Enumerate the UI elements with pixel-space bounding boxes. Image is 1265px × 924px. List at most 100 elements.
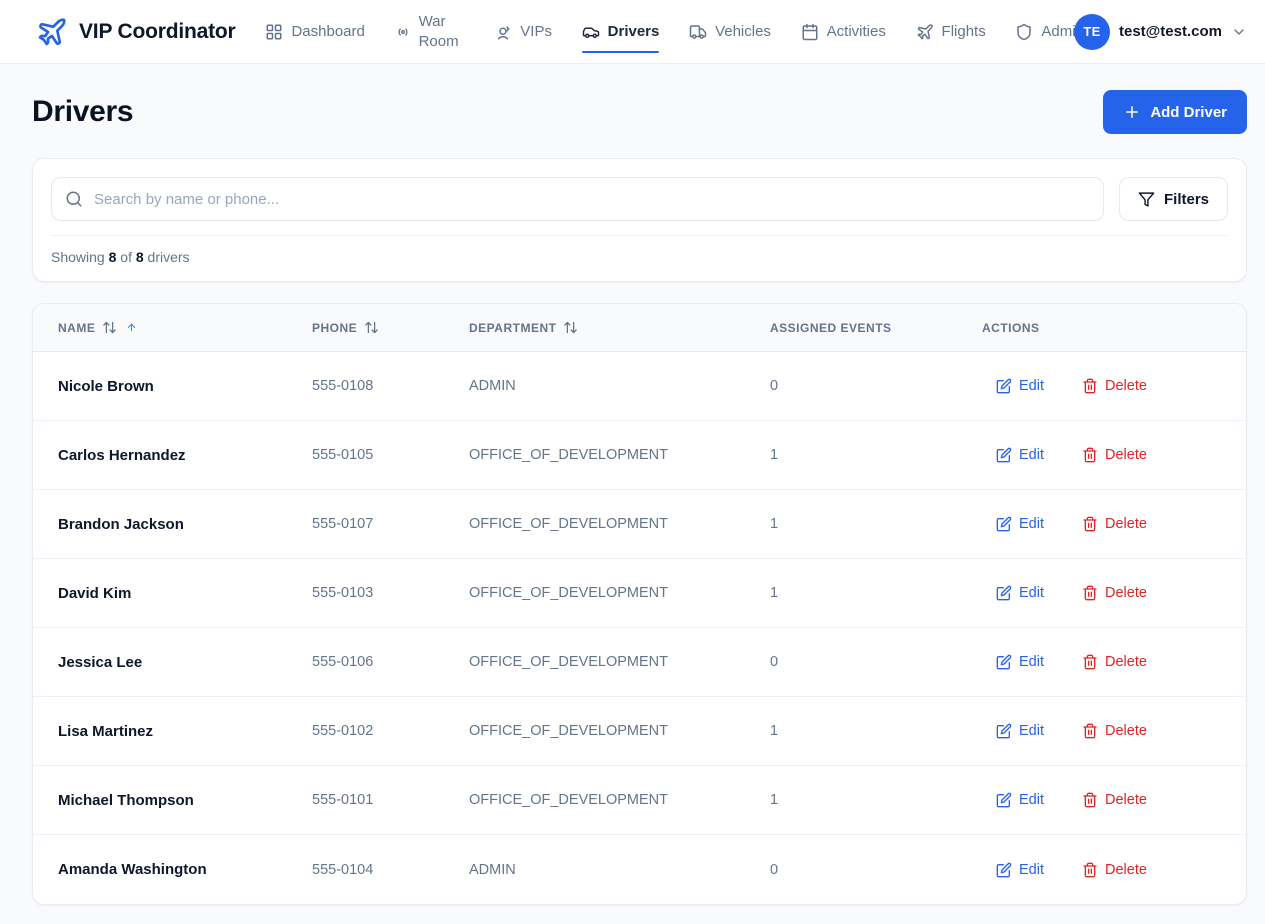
driver-phone: 555-0101 (312, 792, 469, 808)
main-nav: Dashboard War Room VIPs Drivers Vehicles… (265, 8, 1084, 55)
driver-phone: 555-0103 (312, 585, 469, 601)
delete-button[interactable]: Delete (1082, 792, 1147, 808)
table-row: Jessica Lee 555-0106 OFFICE_OF_DEVELOPME… (33, 628, 1246, 697)
chevron-down-icon[interactable] (1231, 24, 1247, 40)
sort-ascending-icon (126, 322, 137, 333)
nav-item-vips[interactable]: VIPs (494, 19, 552, 45)
table-row: Nicole Brown 555-0108 ADMIN 0 Edit Delet… (33, 352, 1246, 421)
column-header-department[interactable]: DEPARTMENT (469, 320, 770, 335)
shield-icon (1015, 23, 1033, 41)
delete-label: Delete (1105, 792, 1147, 808)
filters-button[interactable]: Filters (1119, 177, 1228, 221)
edit-label: Edit (1019, 585, 1044, 601)
trash-icon (1082, 792, 1098, 808)
plane-logo-icon (36, 16, 68, 48)
driver-assigned-events: 1 (770, 585, 982, 601)
driver-name: Michael Thompson (58, 792, 312, 809)
avatar[interactable]: TE (1074, 14, 1110, 50)
delete-button[interactable]: Delete (1082, 516, 1147, 532)
delete-button[interactable]: Delete (1082, 447, 1147, 463)
plus-icon (1123, 103, 1141, 121)
trash-icon (1082, 862, 1098, 878)
driver-name: Brandon Jackson (58, 516, 312, 533)
user-email: test@test.com (1119, 23, 1222, 40)
trash-icon (1082, 378, 1098, 394)
trash-icon (1082, 723, 1098, 739)
edit-icon (996, 723, 1012, 739)
driver-name: David Kim (58, 585, 312, 602)
edit-label: Edit (1019, 862, 1044, 878)
search-icon (65, 190, 83, 208)
trash-icon (1082, 516, 1098, 532)
trash-icon (1082, 447, 1098, 463)
driver-name: Nicole Brown (58, 378, 312, 395)
add-driver-button[interactable]: Add Driver (1103, 90, 1247, 134)
edit-button[interactable]: Edit (996, 792, 1044, 808)
driver-department: ADMIN (469, 378, 770, 394)
driver-assigned-events: 1 (770, 516, 982, 532)
edit-button[interactable]: Edit (996, 447, 1044, 463)
driver-name: Lisa Martinez (58, 723, 312, 740)
brand: VIP Coordinator (36, 16, 235, 48)
column-label: DEPARTMENT (469, 321, 556, 335)
driver-name: Amanda Washington (58, 861, 312, 878)
car-icon (582, 23, 600, 41)
shown-count: 8 (109, 249, 117, 265)
results-count: Showing 8 of 8 drivers (51, 236, 1228, 265)
delete-label: Delete (1105, 516, 1147, 532)
column-label: ACTIONS (982, 321, 1040, 335)
showing-suffix: drivers (148, 249, 190, 265)
column-label: NAME (58, 321, 95, 335)
table-header-row: NAME PHONE DEPARTMENT ASSIGNED EVENTS AC… (33, 304, 1246, 352)
delete-label: Delete (1105, 654, 1147, 670)
driver-assigned-events: 1 (770, 723, 982, 739)
table-row: Amanda Washington 555-0104 ADMIN 0 Edit … (33, 835, 1246, 904)
column-header-actions: ACTIONS (982, 321, 1246, 335)
driver-assigned-events: 1 (770, 447, 982, 463)
nav-item-activities[interactable]: Activities (801, 19, 886, 45)
edit-button[interactable]: Edit (996, 378, 1044, 394)
drivers-table: NAME PHONE DEPARTMENT ASSIGNED EVENTS AC… (32, 303, 1247, 905)
search-input[interactable] (51, 177, 1104, 221)
edit-label: Edit (1019, 723, 1044, 739)
showing-middle: of (120, 249, 132, 265)
nav-item-vehicles[interactable]: Vehicles (689, 19, 771, 45)
edit-icon (996, 654, 1012, 670)
nav-item-war-room[interactable]: War Room (395, 8, 465, 55)
user-menu[interactable]: TE test@test.com (1074, 14, 1247, 50)
delete-button[interactable]: Delete (1082, 723, 1147, 739)
edit-button[interactable]: Edit (996, 585, 1044, 601)
plane-icon (916, 23, 934, 41)
delete-button[interactable]: Delete (1082, 378, 1147, 394)
driver-department: OFFICE_OF_DEVELOPMENT (469, 585, 770, 601)
edit-button[interactable]: Edit (996, 862, 1044, 878)
edit-label: Edit (1019, 447, 1044, 463)
edit-button[interactable]: Edit (996, 654, 1044, 670)
sort-arrows-icon (102, 320, 117, 335)
delete-button[interactable]: Delete (1082, 862, 1147, 878)
showing-prefix: Showing (51, 249, 105, 265)
column-label: ASSIGNED EVENTS (770, 321, 892, 335)
driver-assigned-events: 0 (770, 378, 982, 394)
edit-button[interactable]: Edit (996, 723, 1044, 739)
sort-arrows-icon (563, 320, 578, 335)
nav-label: Drivers (608, 23, 660, 40)
column-header-phone[interactable]: PHONE (312, 320, 469, 335)
nav-item-drivers[interactable]: Drivers (582, 19, 660, 45)
top-bar: VIP Coordinator Dashboard War Room VIPs … (0, 0, 1265, 64)
search-card: Filters Showing 8 of 8 drivers (32, 158, 1247, 282)
column-header-name[interactable]: NAME (58, 320, 312, 335)
edit-label: Edit (1019, 654, 1044, 670)
driver-department: OFFICE_OF_DEVELOPMENT (469, 447, 770, 463)
edit-icon (996, 378, 1012, 394)
sort-arrows-icon (364, 320, 379, 335)
edit-label: Edit (1019, 378, 1044, 394)
edit-button[interactable]: Edit (996, 516, 1044, 532)
nav-item-flights[interactable]: Flights (916, 19, 986, 45)
add-driver-label: Add Driver (1150, 104, 1227, 121)
delete-button[interactable]: Delete (1082, 654, 1147, 670)
delete-button[interactable]: Delete (1082, 585, 1147, 601)
table-row: David Kim 555-0103 OFFICE_OF_DEVELOPMENT… (33, 559, 1246, 628)
nav-item-dashboard[interactable]: Dashboard (265, 19, 364, 45)
nav-label: Flights (942, 23, 986, 40)
